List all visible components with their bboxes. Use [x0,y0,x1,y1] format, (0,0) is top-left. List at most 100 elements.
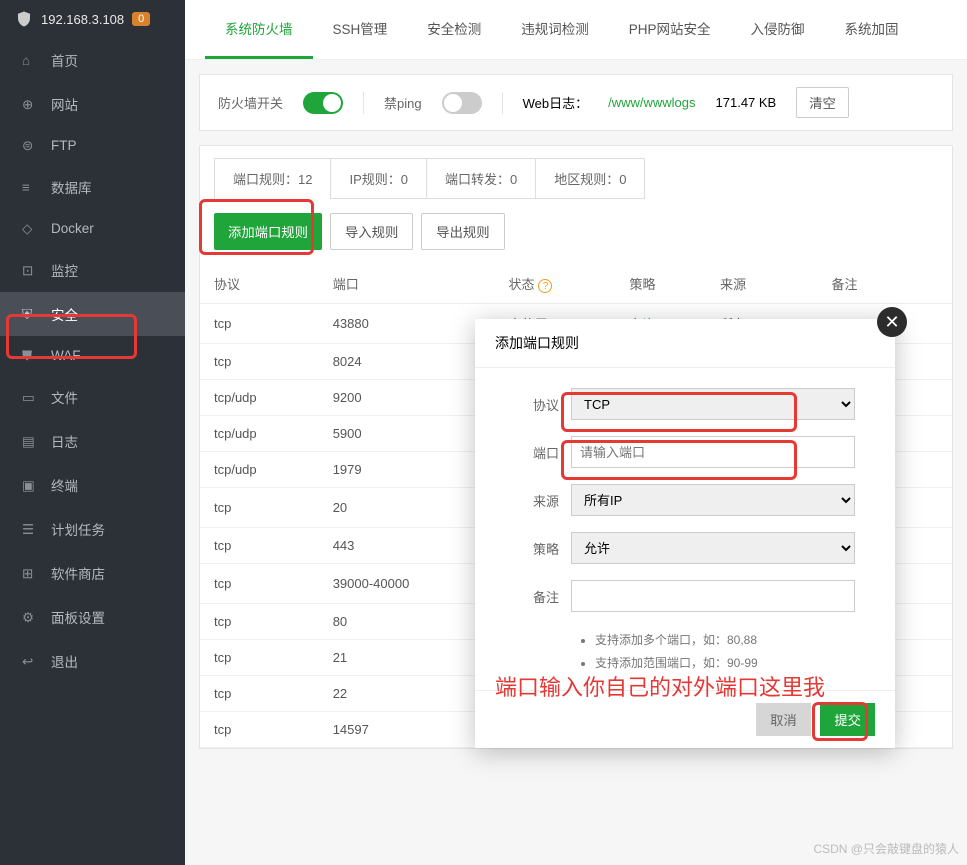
cell-proto: tcp [200,712,319,748]
tab-1[interactable]: SSH管理 [313,0,408,59]
source-select[interactable]: 所有IP [571,484,855,516]
import-rules-button[interactable]: 导入规则 [330,213,413,250]
hint-item: 支持添加多个端口，如：80,88 [595,628,855,651]
nav-icon: ◇ [22,221,37,236]
cell-port: 9200 [319,380,495,416]
sidebar-item-14[interactable]: ↩退出 [0,639,185,683]
nav-icon: ▤ [22,434,37,449]
cell-port: 443 [319,528,495,564]
cell-proto: tcp [200,564,319,604]
help-icon[interactable]: ? [538,279,552,293]
cell-port: 21 [319,640,495,676]
sidebar-item-0[interactable]: ⌂首页 [0,38,185,82]
sidebar-item-6[interactable]: ⛨ 安全 [0,292,185,336]
sidebar-item-3[interactable]: ≡数据库 [0,165,185,209]
nav-icon: ≡ [22,180,37,195]
col-status: 状态? [494,264,615,304]
action-row: 添加端口规则 导入规则 导出规则 [200,199,952,264]
policy-select[interactable]: 允许 [571,532,855,564]
cell-proto: tcp [200,344,319,380]
tab-4[interactable]: PHP网站安全 [609,0,731,59]
cell-proto: tcp [200,488,319,528]
sidebar-item-9[interactable]: ▤日志 [0,419,185,463]
cell-port: 1979 [319,452,495,488]
notification-badge[interactable]: 0 [132,12,150,26]
ping-switch[interactable] [442,92,482,114]
firewall-switch-label: 防火墙开关 [218,93,283,112]
cell-proto: tcp [200,528,319,564]
weblog-label: Web日志： [523,93,589,112]
subtab-0[interactable]: 端口规则：12 [214,158,331,199]
col-policy: 策略 [615,264,706,304]
add-port-rule-button[interactable]: 添加端口规则 [214,213,322,250]
sidebar-item-13[interactable]: ⚙面板设置 [0,595,185,639]
divider [502,92,503,114]
nav-icon: ⌂ [22,53,37,68]
col-source: 来源 [706,264,817,304]
brand: 192.168.3.108 0 [0,0,185,38]
port-label: 端口 [515,443,571,462]
tab-0[interactable]: 系统防火墙 [205,0,313,59]
remark-input[interactable] [571,580,855,612]
sidebar-item-11[interactable]: ☰计划任务 [0,507,185,551]
nav-icon: ⛨ [22,307,37,322]
policy-label: 策略 [515,539,571,558]
cell-port: 43880 [319,304,495,344]
sidebar-item-8[interactable]: ▭文件 [0,375,185,419]
sidebar-item-2[interactable]: ⊜FTP [0,126,185,165]
subtab-1[interactable]: IP规则：0 [330,158,427,199]
col-remark: 备注 [818,264,952,304]
cell-port: 80 [319,604,495,640]
cell-proto: tcp/udp [200,416,319,452]
ping-label: 禁ping [384,93,422,112]
protocol-select[interactable]: TCP [571,388,855,420]
sidebar-item-label: 文件 [51,387,78,407]
tab-6[interactable]: 系统加固 [825,0,919,59]
cancel-button[interactable]: 取消 [756,703,811,736]
tab-5[interactable]: 入侵防御 [731,0,825,59]
sidebar-item-label: 软件商店 [51,563,105,583]
source-label: 来源 [515,491,571,510]
remark-label: 备注 [515,587,571,606]
cell-proto: tcp [200,604,319,640]
cell-port: 5900 [319,416,495,452]
weblog-path-link[interactable]: /www/wwwlogs [608,95,695,110]
sidebar-item-1[interactable]: ⊕网站 [0,82,185,126]
close-icon[interactable]: ✕ [877,307,907,337]
submit-button[interactable]: 提交 [820,703,875,736]
sidebar-item-7[interactable]: ⛊WAF [0,336,185,375]
sidebar-item-4[interactable]: ◇Docker [0,209,185,248]
subtab-2[interactable]: 端口转发：0 [426,158,536,199]
nav-icon: ▣ [22,478,37,493]
port-input[interactable] [571,436,855,468]
cell-proto: tcp [200,640,319,676]
nav-icon: ⊞ [22,566,37,581]
sidebar-item-5[interactable]: ⊡监控 [0,248,185,292]
subtab-3[interactable]: 地区规则：0 [535,158,645,199]
sidebar-item-label: FTP [51,138,77,153]
divider [363,92,364,114]
sidebar: 192.168.3.108 0 ⌂首页⊕网站⊜FTP≡数据库◇Docker⊡监控… [0,0,185,865]
col-proto: 协议 [200,264,319,304]
tab-3[interactable]: 违规词检测 [501,0,609,59]
cell-port: 22 [319,676,495,712]
cell-port: 8024 [319,344,495,380]
shield-icon [15,10,33,28]
watermark: CSDN @只会敲键盘的猿人 [813,840,959,857]
sidebar-item-label: 面板设置 [51,607,105,627]
proto-label: 协议 [515,395,571,414]
export-rules-button[interactable]: 导出规则 [421,213,504,250]
tab-2[interactable]: 安全检测 [407,0,501,59]
firewall-switch[interactable] [303,92,343,114]
sidebar-item-12[interactable]: ⊞ 软件商店 [0,551,185,595]
cell-port: 20 [319,488,495,528]
cell-port: 14597 [319,712,495,748]
sidebar-item-10[interactable]: ▣终端 [0,463,185,507]
sidebar-item-label: 网站 [51,94,78,114]
brand-ip: 192.168.3.108 [41,12,124,27]
clear-log-button[interactable]: 清空 [796,87,849,118]
sidebar-item-label: 安全 [51,304,78,324]
rule-subtabs: 端口规则：12IP规则：0端口转发：0地区规则：0 [200,146,952,199]
cell-proto: tcp/udp [200,380,319,416]
nav-icon: ☰ [22,522,37,537]
